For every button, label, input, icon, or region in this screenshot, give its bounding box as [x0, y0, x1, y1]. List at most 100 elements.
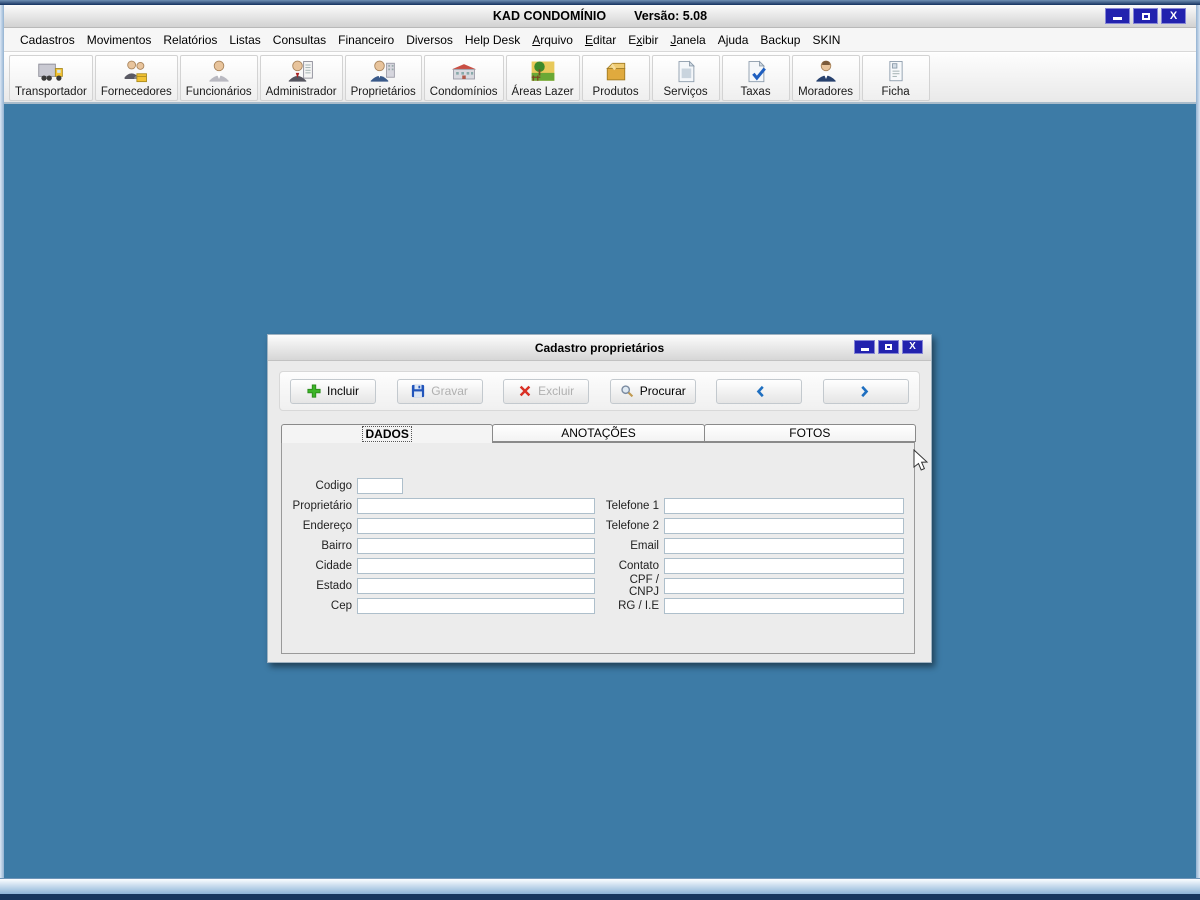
minimize-button[interactable] [1105, 8, 1130, 24]
dialog-titlebar[interactable]: Cadastro proprietários X [268, 335, 931, 361]
menu-backup[interactable]: Backup [754, 30, 806, 50]
tab-fotos[interactable]: FOTOS [703, 424, 916, 442]
dialog-maximize-button[interactable] [878, 340, 899, 354]
gravar-label: Gravar [431, 384, 468, 398]
toolbar-areas-lazer-button[interactable]: Áreas Lazer [505, 54, 580, 101]
dialog-controls: X [854, 340, 923, 354]
toolbar-condominios-button[interactable]: Condomínios [423, 54, 504, 101]
mdi-client-area: Cadastro proprietários X Incluir Gravar … [4, 104, 1196, 878]
menu-movimentos[interactable]: Movimentos [81, 30, 158, 50]
cpf-cnpj-input[interactable] [664, 578, 904, 594]
telefone2-input[interactable] [664, 518, 904, 534]
procurar-button[interactable]: Procurar [609, 378, 696, 404]
record-card-icon [889, 60, 903, 81]
dialog-minimize-button[interactable] [854, 340, 875, 354]
toolbar-label: Produtos [592, 85, 639, 98]
proprietario-input[interactable] [357, 498, 595, 514]
toolbar-moradores-button[interactable]: Moradores [791, 54, 860, 101]
services-document-icon [678, 59, 695, 82]
endereco-input[interactable] [357, 518, 595, 534]
cep-input[interactable] [357, 598, 595, 614]
main-toolbar: Transportador Fornecedores Funcionários [4, 52, 1196, 104]
plus-icon [307, 384, 321, 398]
cpf-cnpj-label: CPF / CNPJ [628, 574, 659, 598]
window-frame-right [1196, 5, 1200, 878]
toolbar-label: Fornecedores [100, 85, 172, 98]
toolbar-funcionarios-button[interactable]: Funcionários [179, 54, 258, 101]
cidade-input[interactable] [357, 558, 595, 574]
codigo-label: Codigo [315, 480, 352, 492]
endereco-label: Endereço [302, 520, 352, 532]
toolbar-ficha-button[interactable]: Ficha [861, 54, 930, 101]
magnifier-icon [621, 385, 633, 398]
close-icon: X [1169, 9, 1178, 22]
tab-dados[interactable]: DADOS [281, 424, 494, 443]
dialog-toolbar-panel: Incluir Gravar Excluir Procurar [279, 371, 920, 411]
menu-editar[interactable]: Editar [579, 30, 622, 50]
toolbar-label: Ficha [881, 85, 910, 98]
close-icon: X [909, 341, 916, 352]
gravar-button[interactable]: Gravar [396, 378, 483, 404]
toolbar-label: Funcionários [185, 85, 252, 98]
chevron-left-icon [756, 385, 764, 397]
tab-anotacoes[interactable]: ANOTAÇÕES [492, 424, 705, 442]
menu-relatorios[interactable]: Relatórios [157, 30, 223, 50]
rg-ie-label: RG / I.E [618, 600, 659, 612]
menu-janela[interactable]: Janela [664, 30, 711, 50]
bairro-input[interactable] [357, 538, 595, 554]
menu-consultas[interactable]: Consultas [267, 30, 332, 50]
menu-bar: Cadastros Movimentos Relatórios Listas C… [4, 28, 1196, 52]
menu-diversos[interactable]: Diversos [400, 30, 459, 50]
menu-exibir[interactable]: Exibir [622, 30, 664, 50]
telefone1-input[interactable] [664, 498, 904, 514]
menu-skin[interactable]: SKIN [806, 30, 846, 50]
menu-listas[interactable]: Listas [223, 30, 266, 50]
toolbar-label: Administrador [265, 85, 337, 98]
floppy-disk-icon [412, 384, 425, 398]
products-box-icon [605, 62, 625, 80]
menu-cadastros[interactable]: Cadastros [14, 30, 81, 50]
contato-input[interactable] [664, 558, 904, 574]
toolbar-produtos-button[interactable]: Produtos [581, 54, 650, 101]
toolbar-proprietarios-button[interactable]: Proprietários [344, 54, 422, 101]
email-input[interactable] [664, 538, 904, 554]
toolbar-fornecedores-button[interactable]: Fornecedores [94, 54, 178, 101]
excluir-button[interactable]: Excluir [503, 378, 590, 404]
red-x-icon [519, 385, 531, 397]
telefone2-label: Telefone 2 [605, 520, 659, 532]
menu-arquivo[interactable]: Arquivo [526, 30, 579, 50]
dialog-title: Cadastro proprietários [534, 340, 665, 355]
chevron-right-icon [861, 385, 869, 397]
menu-financeiro[interactable]: Financeiro [332, 30, 400, 50]
truck-icon [38, 63, 63, 81]
email-label: Email [630, 540, 659, 552]
toolbar-transportador-button[interactable]: Transportador [9, 54, 93, 101]
taxes-check-icon [748, 59, 766, 82]
toolbar-label: Condomínios [429, 85, 498, 98]
previous-record-button[interactable] [716, 378, 803, 404]
toolbar-servicos-button[interactable]: Serviços [651, 54, 720, 101]
window-frame-bottom-edge [0, 894, 1200, 900]
cidade-label: Cidade [315, 560, 352, 572]
close-button[interactable]: X [1161, 8, 1186, 24]
estado-input[interactable] [357, 578, 595, 594]
minimize-icon [860, 347, 869, 351]
dialog-close-button[interactable]: X [902, 340, 923, 354]
toolbar-administrador-button[interactable]: Administrador [259, 54, 343, 101]
toolbar-label: Taxas [740, 85, 771, 98]
maximize-button[interactable] [1133, 8, 1158, 24]
toolbar-taxas-button[interactable]: Taxas [721, 54, 790, 101]
codigo-input[interactable] [357, 478, 403, 494]
tab-dados-content: Codigo Proprietário Telefone 1 Endereço … [281, 442, 915, 654]
incluir-button[interactable]: Incluir [290, 378, 376, 404]
rg-ie-input[interactable] [664, 598, 904, 614]
toolbar-label: Transportador [15, 85, 87, 98]
leisure-area-icon [531, 61, 554, 81]
next-record-button[interactable] [822, 378, 909, 404]
menu-help-desk[interactable]: Help Desk [459, 30, 526, 50]
menu-ajuda[interactable]: Ajuda [712, 30, 755, 50]
dialog-tabs: DADOS ANOTAÇÕES FOTOS [281, 424, 916, 443]
owner-icon [370, 60, 395, 82]
employee-icon [209, 60, 229, 82]
window-frame-bottom [0, 878, 1200, 894]
